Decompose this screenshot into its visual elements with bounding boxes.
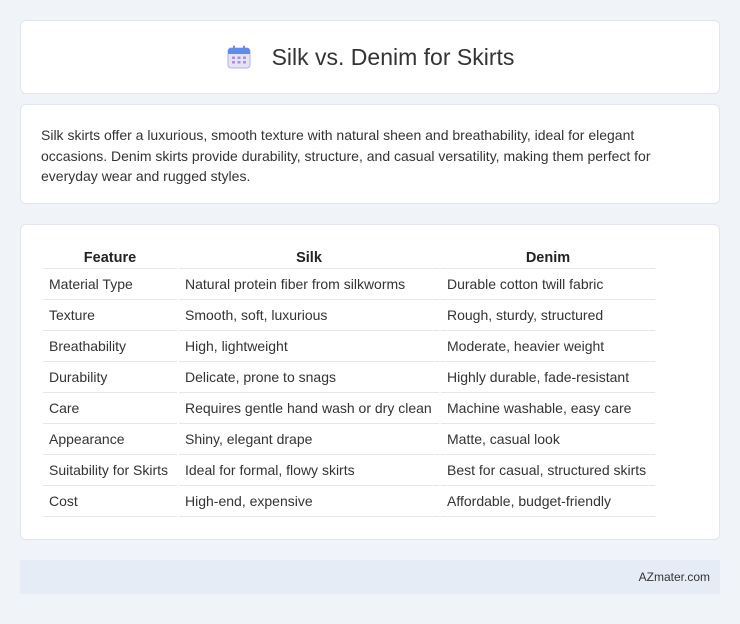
table-row: Suitability for Skirts Ideal for formal,… [43, 455, 655, 486]
silk-cell: Requires gentle hand wash or dry clean [179, 393, 439, 424]
header-silk: Silk [179, 247, 439, 269]
header-feature: Feature [43, 247, 177, 269]
silk-cell: Ideal for formal, flowy skirts [179, 455, 439, 486]
silk-cell: High, lightweight [179, 331, 439, 362]
summary-text: Silk skirts offer a luxurious, smooth te… [41, 127, 651, 184]
table-card: Feature Silk Denim Material Type Natural… [20, 224, 720, 540]
title-wrap: Silk vs. Denim for Skirts [226, 43, 515, 71]
table-row: Texture Smooth, soft, luxurious Rough, s… [43, 300, 655, 331]
calendar-icon [226, 44, 252, 70]
feature-cell: Breathability [43, 331, 177, 362]
denim-cell: Moderate, heavier weight [441, 331, 655, 362]
table-row: Durability Delicate, prone to snags High… [43, 362, 655, 393]
header-denim: Denim [441, 247, 655, 269]
denim-cell: Machine washable, easy care [441, 393, 655, 424]
silk-cell: Shiny, elegant drape [179, 424, 439, 455]
table-header-row: Feature Silk Denim [43, 247, 655, 269]
feature-cell: Care [43, 393, 177, 424]
silk-cell: High-end, expensive [179, 486, 439, 517]
page-title: Silk vs. Denim for Skirts [271, 43, 515, 70]
title-card: Silk vs. Denim for Skirts [20, 20, 720, 94]
feature-cell: Suitability for Skirts [43, 455, 177, 486]
table-row: Material Type Natural protein fiber from… [43, 269, 655, 300]
comparison-table: Feature Silk Denim Material Type Natural… [41, 247, 657, 517]
footer-site-link[interactable]: AZmater.com [639, 570, 710, 584]
footer: AZmater.com [20, 560, 720, 594]
denim-cell: Durable cotton twill fabric [441, 269, 655, 300]
silk-cell: Smooth, soft, luxurious [179, 300, 439, 331]
summary-card: Silk skirts offer a luxurious, smooth te… [20, 104, 720, 204]
silk-cell: Natural protein fiber from silkworms [179, 269, 439, 300]
table-row: Care Requires gentle hand wash or dry cl… [43, 393, 655, 424]
denim-cell: Affordable, budget-friendly [441, 486, 655, 517]
denim-cell: Best for casual, structured skirts [441, 455, 655, 486]
table-row: Appearance Shiny, elegant drape Matte, c… [43, 424, 655, 455]
denim-cell: Matte, casual look [441, 424, 655, 455]
feature-cell: Durability [43, 362, 177, 393]
feature-cell: Appearance [43, 424, 177, 455]
feature-cell: Cost [43, 486, 177, 517]
table-row: Cost High-end, expensive Affordable, bud… [43, 486, 655, 517]
feature-cell: Material Type [43, 269, 177, 300]
table-row: Breathability High, lightweight Moderate… [43, 331, 655, 362]
feature-cell: Texture [43, 300, 177, 331]
silk-cell: Delicate, prone to snags [179, 362, 439, 393]
denim-cell: Rough, sturdy, structured [441, 300, 655, 331]
denim-cell: Highly durable, fade-resistant [441, 362, 655, 393]
